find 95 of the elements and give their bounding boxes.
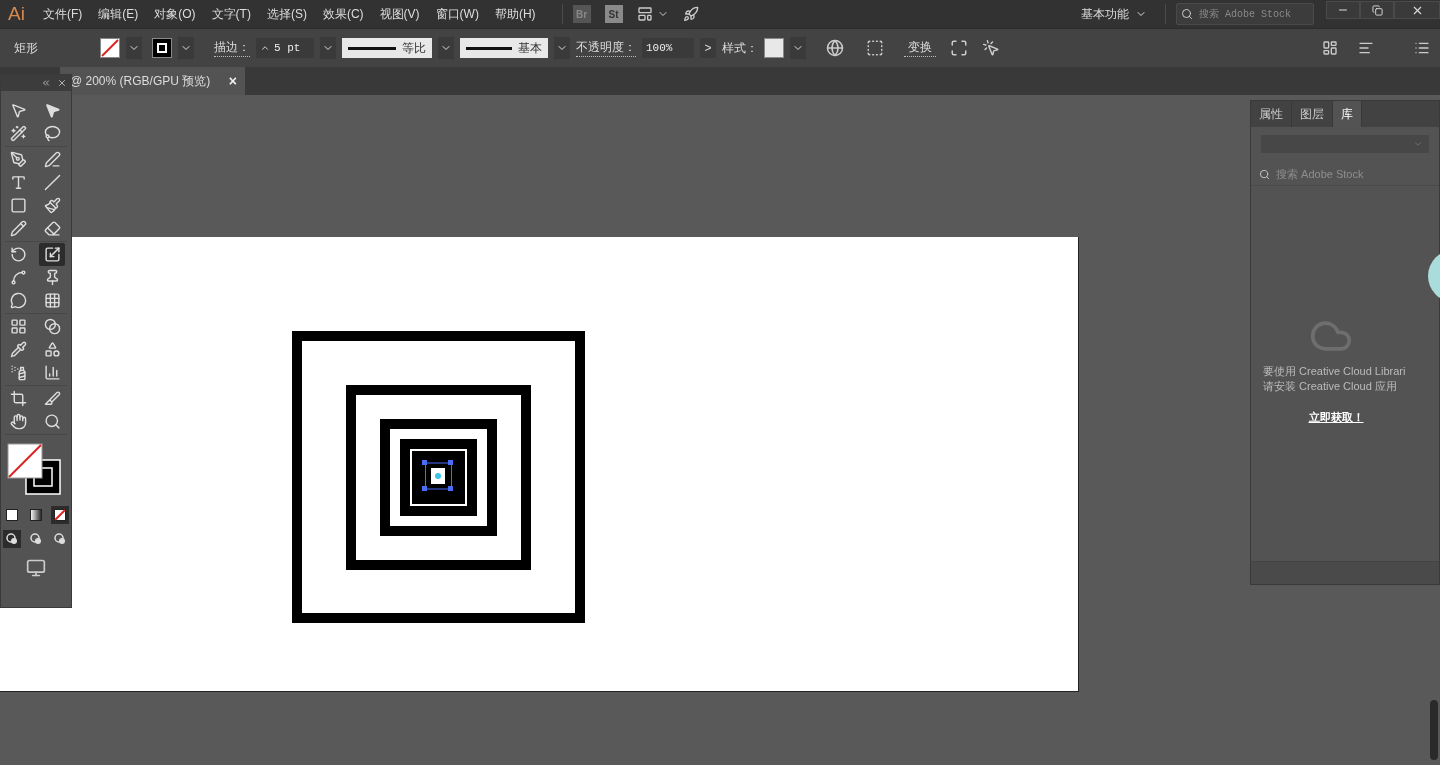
search-icon: [1259, 168, 1270, 180]
type-icon: [9, 174, 27, 191]
rocket-icon[interactable]: [682, 6, 699, 22]
menu-item[interactable]: 选择(S): [266, 5, 307, 23]
opacity-field[interactable]: 100%: [642, 38, 694, 58]
scale-icon: [43, 246, 61, 263]
knife-icon: [43, 390, 61, 407]
close-button[interactable]: ×: [228, 73, 237, 89]
solid-square-icon: [6, 509, 18, 521]
stock-search-field[interactable]: 搜索 Adobe Stock: [1176, 3, 1314, 25]
collapse-icon[interactable]: [41, 78, 51, 88]
caret-icon[interactable]: [178, 37, 194, 59]
caret-icon: [1413, 139, 1423, 149]
line-icon: [43, 174, 61, 191]
opacity-arrow-button[interactable]: >: [700, 38, 716, 58]
zoom-icon: [43, 413, 61, 430]
layout-icon[interactable]: [636, 6, 653, 22]
menu-item[interactable]: 编辑(E): [98, 5, 139, 23]
spray-can-icon: [9, 364, 27, 381]
transform-button[interactable]: 变换: [904, 39, 936, 57]
stroke-label: 描边：: [214, 39, 250, 57]
shapes-icon: [43, 341, 61, 358]
caret-button[interactable]: [126, 37, 142, 59]
stroke-swatch[interactable]: [152, 38, 172, 58]
curved-pen-icon: [43, 151, 61, 168]
gradient-square-icon: [30, 509, 42, 521]
overlap-circles-icon: [30, 533, 42, 545]
color-mode-button[interactable]: [51, 506, 69, 524]
none-swatch-icon: [54, 509, 66, 521]
minimize-button[interactable]: [1326, 1, 1360, 19]
crop-icon: [9, 390, 27, 407]
close-button[interactable]: [1394, 1, 1440, 19]
draw-mode-button[interactable]: [3, 530, 21, 548]
style-swatch[interactable]: [764, 38, 784, 58]
menu-item[interactable]: 帮助(H): [494, 5, 536, 23]
workspace-dropdown[interactable]: 基本功能: [1073, 5, 1155, 23]
caret-icon[interactable]: [320, 37, 336, 59]
message-text: 请安装 Creative Cloud 应用: [1263, 379, 1397, 394]
selection-label: 矩形: [14, 39, 39, 57]
menu-item[interactable]: 文件(F): [42, 5, 83, 23]
dashed-square-icon[interactable]: [866, 39, 884, 57]
stroke-weight-field[interactable]: 5 pt: [256, 38, 314, 58]
fill-swatch[interactable]: [100, 38, 120, 58]
grid-icon: [43, 292, 61, 309]
speech-bubble-icon: [9, 292, 27, 309]
stock-button[interactable]: St: [604, 5, 623, 23]
caret-icon[interactable]: [438, 37, 454, 59]
pen-icon: [9, 151, 27, 168]
overlap-circles-icon: [54, 533, 66, 545]
menu-icon[interactable]: [1414, 40, 1430, 56]
spline-icon: [9, 269, 27, 286]
pencil-icon: [9, 220, 27, 237]
stroke-profile-dropdown[interactable]: 等比: [342, 38, 432, 58]
panel-tab[interactable]: 库: [1333, 101, 1362, 127]
restore-icon: [1371, 4, 1383, 16]
grid-icon[interactable]: [1322, 40, 1338, 56]
app-logo: Ai: [8, 3, 25, 25]
eyedropper-icon: [9, 341, 27, 358]
bar-chart-icon: [43, 364, 61, 381]
opacity-label: 不透明度：: [576, 39, 636, 57]
caret-icon[interactable]: [554, 37, 570, 59]
brush-icon: [43, 197, 61, 214]
menu-item[interactable]: 视图(V): [379, 5, 420, 23]
menu-item[interactable]: 窗口(W): [435, 5, 479, 23]
brush-dropdown[interactable]: 基本: [460, 38, 548, 58]
rectangle-icon: [9, 197, 27, 214]
eraser-icon: [43, 220, 61, 237]
menu-item[interactable]: 对象(O): [154, 5, 196, 23]
menu-item[interactable]: 文字(T): [211, 5, 251, 23]
align-icon[interactable]: [1358, 40, 1374, 56]
lasso-icon: [43, 125, 61, 142]
arrow-pointer-icon: [9, 102, 27, 119]
color-mode-button[interactable]: [3, 506, 21, 524]
search-icon: [1181, 8, 1193, 20]
get-now-link[interactable]: 立即获取！: [1308, 410, 1364, 425]
filled-arrow-pointer-icon: [43, 102, 61, 119]
overlap-circles-icon: [6, 533, 18, 545]
close-icon[interactable]: [57, 78, 67, 88]
message-text: 要使用 Creative Cloud Librari: [1263, 364, 1406, 379]
spinner-icon: [260, 43, 270, 53]
menu-item[interactable]: 效果(C): [322, 5, 364, 23]
color-mode-button[interactable]: [27, 506, 45, 524]
pointer-click-icon[interactable]: [982, 39, 1000, 57]
selected-square[interactable]: [422, 460, 453, 491]
magic-wand-icon: [9, 125, 27, 142]
frame-icon[interactable]: [950, 39, 968, 57]
scrollbar[interactable]: [1430, 700, 1438, 760]
screen-mode-icon[interactable]: [26, 558, 46, 578]
caret-icon[interactable]: [790, 37, 806, 59]
hand-icon: [9, 413, 27, 430]
restore-button[interactable]: [1360, 1, 1394, 19]
tool-button[interactable]: [39, 243, 65, 266]
globe-icon[interactable]: [826, 39, 844, 57]
style-label: 样式：: [722, 39, 758, 57]
rotate-icon: [9, 246, 27, 263]
